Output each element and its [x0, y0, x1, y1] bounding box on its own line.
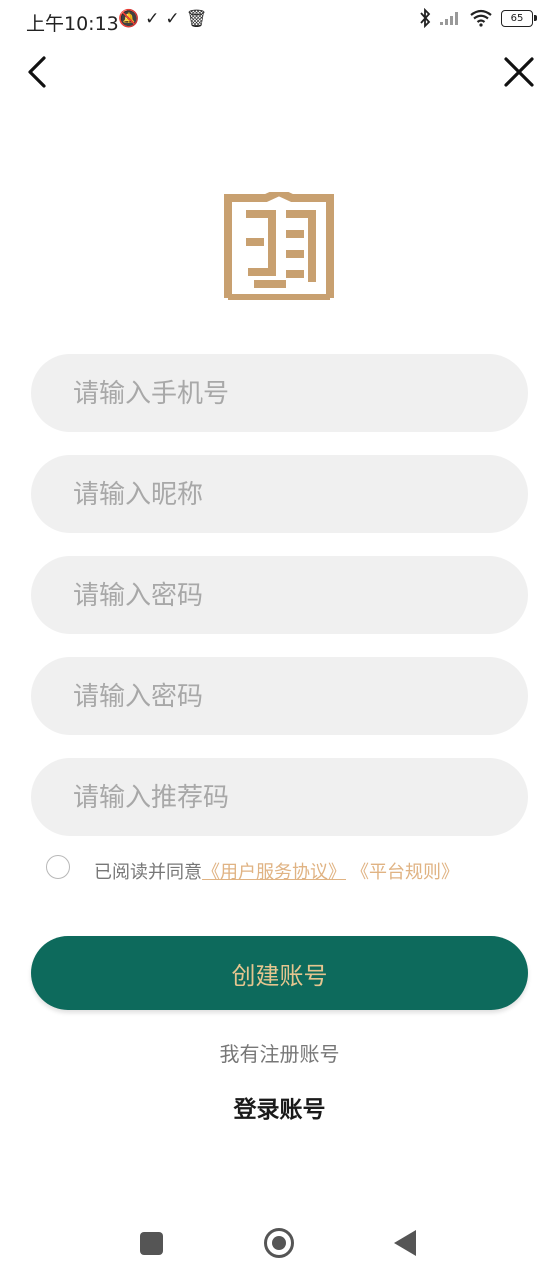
signal-icon — [440, 12, 458, 25]
create-account-button[interactable]: 创建账号 — [31, 936, 528, 1010]
bluetooth-icon — [420, 8, 431, 28]
home-icon[interactable] — [264, 1228, 294, 1258]
check-icon: ✓ — [145, 9, 160, 29]
nickname-field[interactable] — [31, 455, 528, 535]
status-time: 上午10:13 — [26, 13, 119, 35]
confirm-password-field[interactable] — [31, 657, 528, 737]
referral-field[interactable] — [31, 758, 528, 838]
password-input[interactable] — [71, 556, 505, 636]
battery-icon: 65 — [501, 9, 537, 27]
referral-code-input[interactable] — [71, 758, 505, 838]
nickname-input[interactable] — [71, 455, 505, 535]
platform-rules-link[interactable]: 《平台规则》 — [360, 862, 459, 883]
have-account-text: 我有注册账号 — [219, 1042, 340, 1066]
agreement-prefix: 已阅读并同意 — [94, 862, 202, 883]
check-icon: ✓ — [165, 9, 180, 29]
app-logo — [224, 192, 334, 300]
trash-icon: 🗑 — [185, 9, 208, 29]
agreement-checkbox[interactable] — [46, 855, 70, 879]
status-notification-icons: 🔕 ✓ ✓ 🗑 — [118, 9, 207, 29]
status-bar: 上午10:13 🔕 ✓ ✓ 🗑 65 — [0, 0, 559, 42]
user-agreement-link[interactable]: 《用户服务协议》 — [202, 862, 346, 883]
phone-field[interactable] — [31, 354, 528, 434]
login-account-link[interactable]: 登录账号 — [0, 1090, 559, 1124]
confirm-password-input[interactable] — [71, 657, 505, 737]
recents-icon[interactable] — [140, 1232, 163, 1255]
battery-level: 65 — [510, 12, 524, 24]
phone-input[interactable] — [71, 354, 505, 434]
agreement-row: 已阅读并同意《用户服务协议》 《平台规则》 — [46, 855, 526, 885]
status-system-icons: 65 — [419, 8, 537, 28]
password-field[interactable] — [31, 556, 528, 636]
system-back-icon[interactable] — [394, 1230, 416, 1256]
mute-icon: 🔕 — [118, 9, 140, 29]
wifi-icon — [470, 9, 492, 27]
agreement-text: 已阅读并同意《用户服务协议》 《平台规则》 — [94, 858, 459, 884]
system-nav-bar — [0, 1216, 559, 1272]
close-icon[interactable] — [501, 54, 537, 90]
back-arrow-icon[interactable] — [22, 54, 58, 90]
